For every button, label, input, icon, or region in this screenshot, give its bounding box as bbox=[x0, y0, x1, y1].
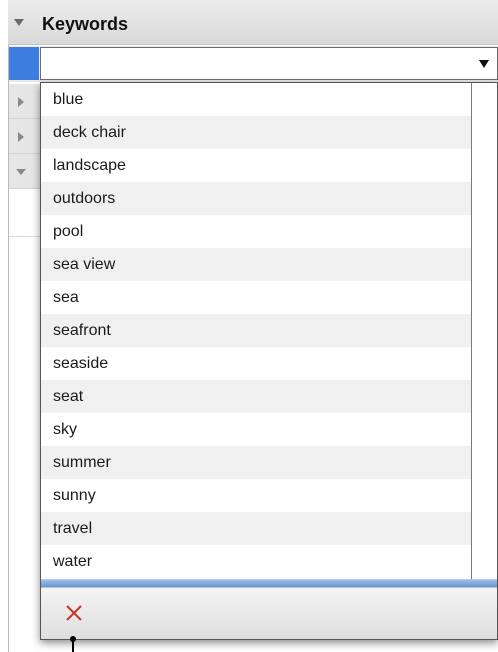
clear-x-icon[interactable] bbox=[63, 602, 85, 624]
keyword-option[interactable]: sea view bbox=[41, 248, 471, 281]
keywords-section-header[interactable]: Keywords bbox=[8, 0, 498, 45]
keyword-option[interactable]: summer bbox=[41, 446, 471, 479]
keyword-list: blue deck chair landscape outdoors pool … bbox=[41, 83, 472, 579]
pointer-cursor-stem bbox=[72, 640, 74, 652]
dropdown-footer bbox=[41, 587, 497, 639]
keyword-option[interactable]: landscape bbox=[41, 149, 471, 182]
keyword-dropdown-popup: blue deck chair landscape outdoors pool … bbox=[40, 82, 498, 640]
keyword-option[interactable]: blue bbox=[41, 83, 471, 116]
keyword-option[interactable]: seafront bbox=[41, 314, 471, 347]
keyword-option[interactable]: seat bbox=[41, 380, 471, 413]
disclosure-triangle-down-icon[interactable] bbox=[16, 169, 26, 175]
keyword-option[interactable]: sky bbox=[41, 413, 471, 446]
collapsed-row-2[interactable] bbox=[9, 119, 41, 154]
dropdown-arrow-icon bbox=[479, 60, 489, 68]
section-title: Keywords bbox=[42, 14, 129, 34]
expanded-row-3[interactable] bbox=[9, 154, 41, 189]
keyword-option[interactable]: outdoors bbox=[41, 182, 471, 215]
keyword-option[interactable]: seaside bbox=[41, 347, 471, 380]
selected-row-indicator bbox=[9, 47, 39, 80]
divider bbox=[9, 236, 41, 237]
keyword-input[interactable] bbox=[45, 51, 469, 77]
keyword-option[interactable]: pool bbox=[41, 215, 471, 248]
combo-dropdown-button[interactable] bbox=[471, 48, 497, 79]
disclosure-triangle-down-icon[interactable] bbox=[14, 19, 24, 26]
keyword-option[interactable]: sea bbox=[41, 281, 471, 314]
disclosure-triangle-right-icon[interactable] bbox=[18, 132, 24, 142]
keyword-option[interactable]: deck chair bbox=[41, 116, 471, 149]
keyword-option[interactable]: travel bbox=[41, 512, 471, 545]
collapsed-row-1[interactable] bbox=[9, 84, 41, 119]
keyword-option[interactable]: water bbox=[41, 545, 471, 578]
disclosure-triangle-right-icon[interactable] bbox=[18, 97, 24, 107]
keyword-combo-box[interactable] bbox=[40, 47, 498, 80]
keyword-option[interactable]: sunny bbox=[41, 479, 471, 512]
